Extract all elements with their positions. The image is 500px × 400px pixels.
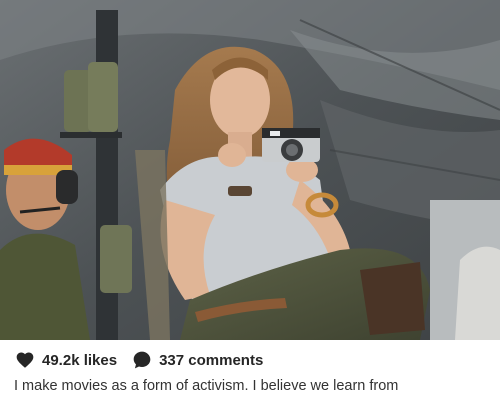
comments-count: 337 comments xyxy=(159,351,264,369)
post-photo[interactable] xyxy=(0,0,500,340)
heart-icon[interactable] xyxy=(14,349,36,371)
likes-count: 49.2k likes xyxy=(42,351,118,369)
likes-stat[interactable]: 49.2k likes xyxy=(14,349,117,371)
post-photo-illustration xyxy=(0,0,500,340)
comment-bubble-icon[interactable] xyxy=(131,349,153,371)
post-action-bar: 49.2k likes 337 comments xyxy=(0,345,500,375)
post-caption: I make movies as a form of activism. I b… xyxy=(14,378,399,394)
comments-stat[interactable]: 337 comments xyxy=(131,349,263,371)
